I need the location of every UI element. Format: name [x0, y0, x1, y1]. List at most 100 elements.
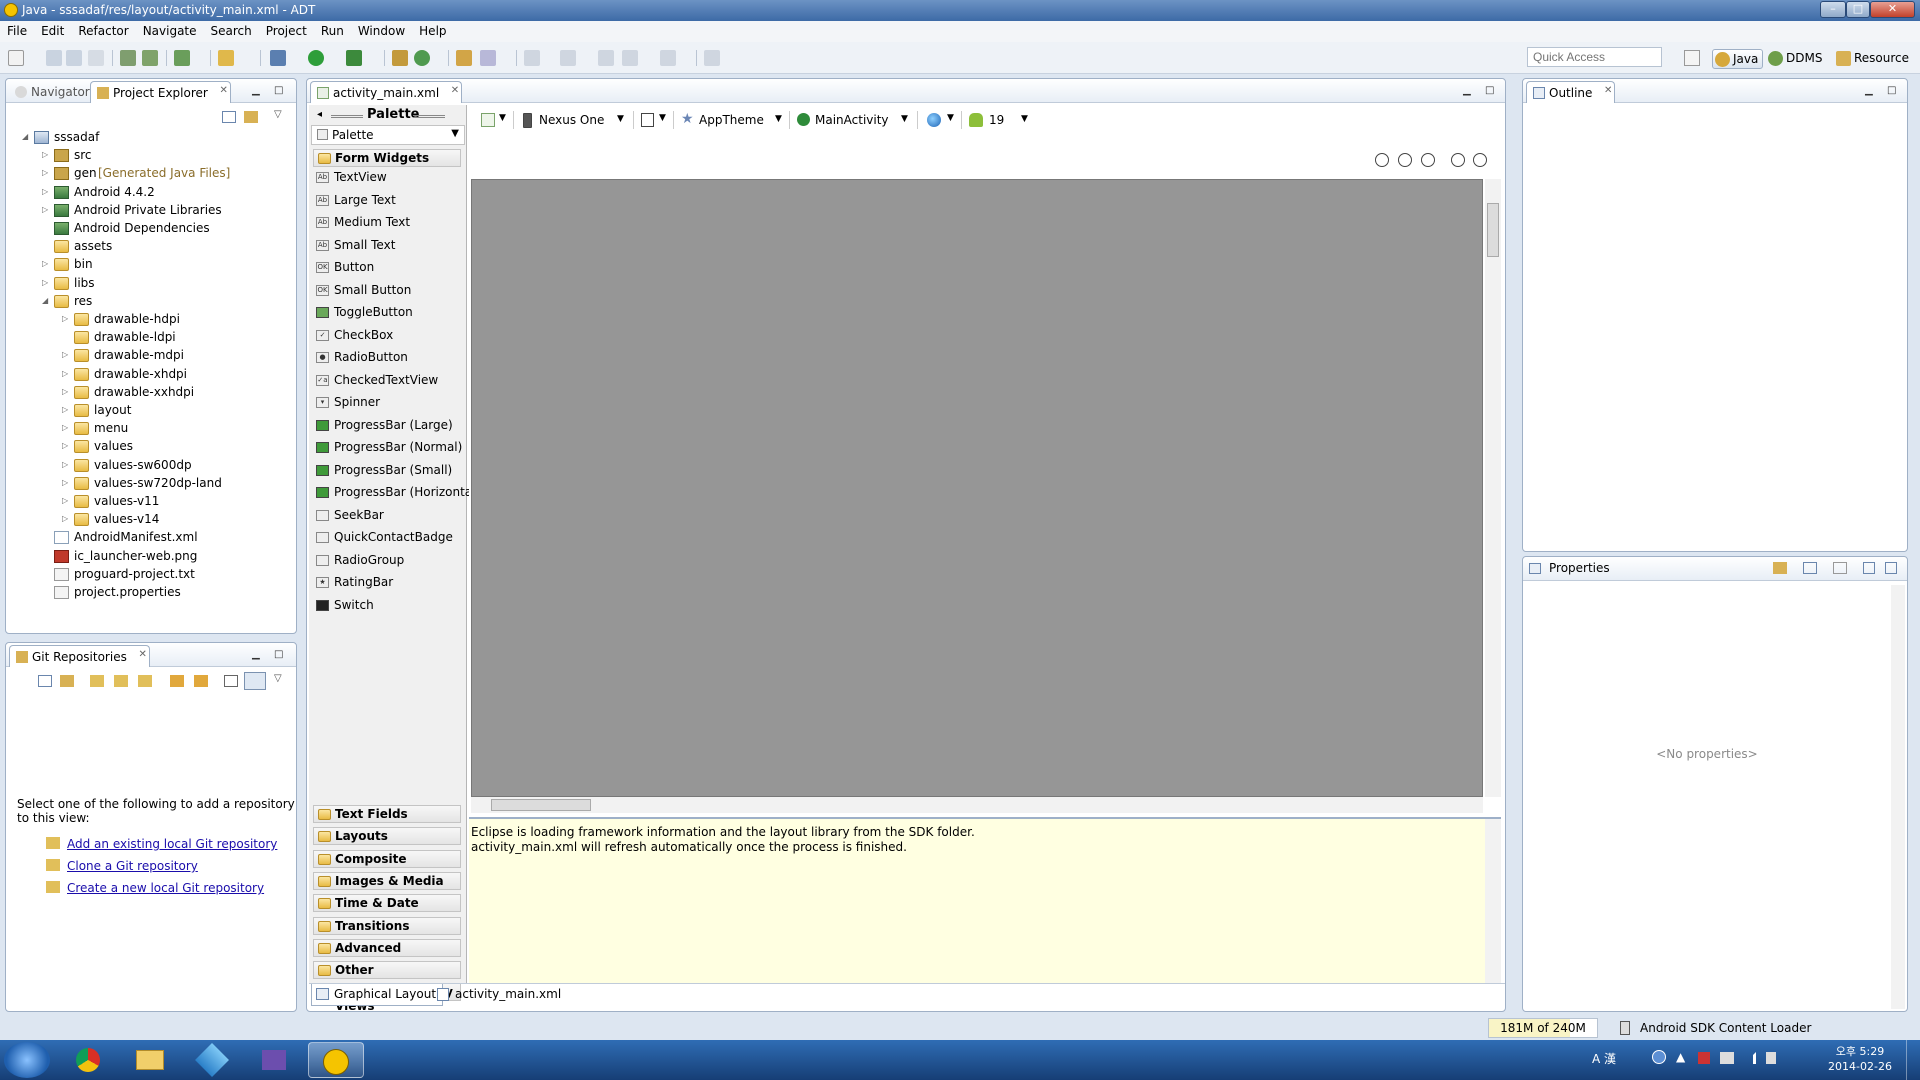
tray-expand-icon[interactable]: ▲	[1676, 1050, 1685, 1064]
zoom-real-size-icon[interactable]	[1421, 153, 1435, 167]
collapse-all-icon[interactable]	[222, 111, 236, 123]
tray-clock[interactable]: 오후 5:29 2014-02-26	[1820, 1044, 1900, 1074]
tab-git-repositories[interactable]: Git Repositories ✕	[9, 645, 150, 667]
new-java-package-icon[interactable]	[392, 50, 408, 66]
palette-category[interactable]: Images & Media	[313, 871, 461, 890]
collapsed-twisty-icon[interactable]: ▷	[62, 350, 68, 359]
window-title-bar[interactable]: Java - sssadaf/res/layout/activity_main.…	[0, 0, 1920, 21]
pin-editor-icon[interactable]	[704, 50, 720, 66]
heap-status[interactable]: 181M of 240M	[1488, 1018, 1598, 1038]
close-window-button[interactable]: ✕	[1870, 1, 1915, 18]
palette-widget-item[interactable]: ✓ CheckBox	[313, 327, 393, 345]
link-with-editor-icon[interactable]	[244, 111, 258, 123]
tab-xml-source[interactable]: activity_main.xml	[435, 984, 567, 1006]
tab-graphical-layout[interactable]: Graphical Layout	[311, 984, 444, 1006]
palette-widget-item[interactable]: Ab TextView	[313, 169, 387, 187]
tab-outline[interactable]: Outline ✕	[1526, 81, 1616, 103]
menu-edit[interactable]: Edit	[34, 21, 71, 42]
create-repository-link[interactable]: Create a new local Git repository	[67, 881, 264, 895]
zoom-out-icon[interactable]	[1451, 153, 1465, 167]
expanded-twisty-icon[interactable]: ◢	[42, 296, 48, 305]
new-icon[interactable]	[8, 50, 24, 66]
android-sdk-manager-icon[interactable]	[120, 50, 136, 66]
menu-refactor[interactable]: Refactor	[71, 21, 135, 42]
palette-category[interactable]: Other	[313, 961, 461, 980]
maximize-view-icon[interactable]: □	[1485, 85, 1494, 96]
lint-check-icon[interactable]	[174, 50, 190, 66]
menu-project[interactable]: Project	[259, 21, 314, 42]
screen-orientation-icon[interactable]	[641, 113, 654, 127]
message-scrollbar[interactable]	[1485, 819, 1501, 983]
device-dropdown[interactable]: Nexus One ▼	[521, 111, 701, 131]
layout-preview-canvas[interactable]	[471, 179, 1483, 797]
close-tab-icon[interactable]: ✕	[138, 649, 146, 660]
debug-icon[interactable]	[270, 50, 286, 66]
minimize-view-icon[interactable]: ▁	[252, 85, 260, 96]
ime-indicator[interactable]: A 漢	[1592, 1050, 1616, 1067]
palette-widget-item[interactable]: OK Button	[313, 259, 374, 277]
open-type-icon[interactable]	[456, 50, 472, 66]
minimize-view-icon[interactable]: ▁	[252, 649, 260, 660]
open-perspective-icon[interactable]	[1684, 50, 1700, 66]
palette-widget-item[interactable]: ✓a CheckedTextView	[313, 372, 438, 390]
help-icon[interactable]	[1652, 1050, 1666, 1064]
android-avd-manager-icon[interactable]	[142, 50, 158, 66]
palette-category[interactable]: Layouts	[313, 827, 461, 846]
palette-widget-item[interactable]: ToggleButton	[313, 304, 413, 322]
palette-widget-item[interactable]: ProgressBar (Large)	[313, 417, 453, 435]
palette-widget-item[interactable]: ProgressBar (Normal)	[313, 439, 462, 457]
annotation-next-icon[interactable]	[524, 50, 540, 66]
palette-widget-item[interactable]: ▾ Spinner	[313, 394, 380, 412]
collapsed-twisty-icon[interactable]: ▷	[62, 496, 68, 505]
palette-widget-item[interactable]: ★ RatingBar	[313, 574, 393, 592]
layout-configuration-icon[interactable]	[481, 113, 495, 127]
palette-widget-item[interactable]: ● RadioButton	[313, 349, 408, 367]
back-icon[interactable]	[622, 50, 638, 66]
chevron-down-icon[interactable]: ▼	[947, 113, 954, 123]
show-desktop-button[interactable]	[1906, 1040, 1920, 1080]
run-external-tools-icon[interactable]	[346, 50, 362, 66]
save-icon[interactable]	[46, 50, 62, 66]
palette-widget-item[interactable]: OK Small Button	[313, 282, 411, 300]
start-button[interactable]	[4, 1042, 50, 1078]
show-categories-icon[interactable]	[1773, 562, 1787, 574]
adt-taskbar-button[interactable]	[308, 1042, 364, 1078]
menu-navigate[interactable]: Navigate	[136, 21, 204, 42]
palette-category[interactable]: Time & Date	[313, 894, 461, 913]
zoom-actual-icon[interactable]	[1398, 153, 1412, 167]
forward-icon[interactable]	[660, 50, 676, 66]
palette-category[interactable]: Advanced	[313, 938, 461, 957]
collapsed-twisty-icon[interactable]: ▷	[42, 187, 48, 196]
app-taskbar-button[interactable]	[184, 1042, 240, 1078]
collapsed-twisty-icon[interactable]: ▷	[62, 387, 68, 396]
show-advanced-icon[interactable]	[1833, 562, 1847, 574]
collapsed-twisty-icon[interactable]: ▷	[42, 168, 48, 177]
collapsed-twisty-icon[interactable]: ▷	[62, 423, 68, 432]
palette-widget-item[interactable]: Ab Large Text	[313, 192, 396, 210]
collapsed-twisty-icon[interactable]: ▷	[62, 314, 68, 323]
chrome-taskbar-button[interactable]	[60, 1042, 116, 1078]
tab-navigator[interactable]: Navigator	[9, 81, 98, 103]
theme-dropdown[interactable]: ★ AppTheme ▼	[681, 111, 791, 131]
quick-access-input[interactable]	[1527, 47, 1662, 67]
expand-all-icon[interactable]	[1863, 562, 1875, 574]
close-tab-icon[interactable]: ✕	[1604, 85, 1612, 96]
minimize-view-icon[interactable]: ▁	[1463, 85, 1471, 96]
palette-widget-item[interactable]: QuickContactBadge	[313, 529, 453, 547]
api-level-dropdown[interactable]: 19 ▼	[969, 111, 1039, 131]
canvas-vertical-scrollbar[interactable]	[1485, 179, 1501, 797]
minimize-view-icon[interactable]: ▁	[1865, 85, 1873, 96]
action-center-icon[interactable]	[1698, 1052, 1710, 1064]
palette-widget-item[interactable]: RadioGroup	[313, 552, 404, 570]
toggle-filter-icon[interactable]	[244, 672, 266, 690]
maximize-window-button[interactable]: □	[1846, 1, 1870, 18]
new-java-class-icon[interactable]	[414, 50, 430, 66]
collapsed-twisty-icon[interactable]: ▷	[42, 259, 48, 268]
link-with-selection-icon[interactable]	[60, 675, 74, 687]
chevron-down-icon[interactable]: ▼	[499, 113, 506, 123]
collapsed-twisty-icon[interactable]: ▷	[62, 460, 68, 469]
close-tab-icon[interactable]: ✕	[219, 85, 227, 96]
last-edit-location-icon[interactable]	[598, 50, 614, 66]
palette-category[interactable]: Composite	[313, 849, 461, 868]
drag-handle-icon[interactable]	[331, 115, 363, 118]
